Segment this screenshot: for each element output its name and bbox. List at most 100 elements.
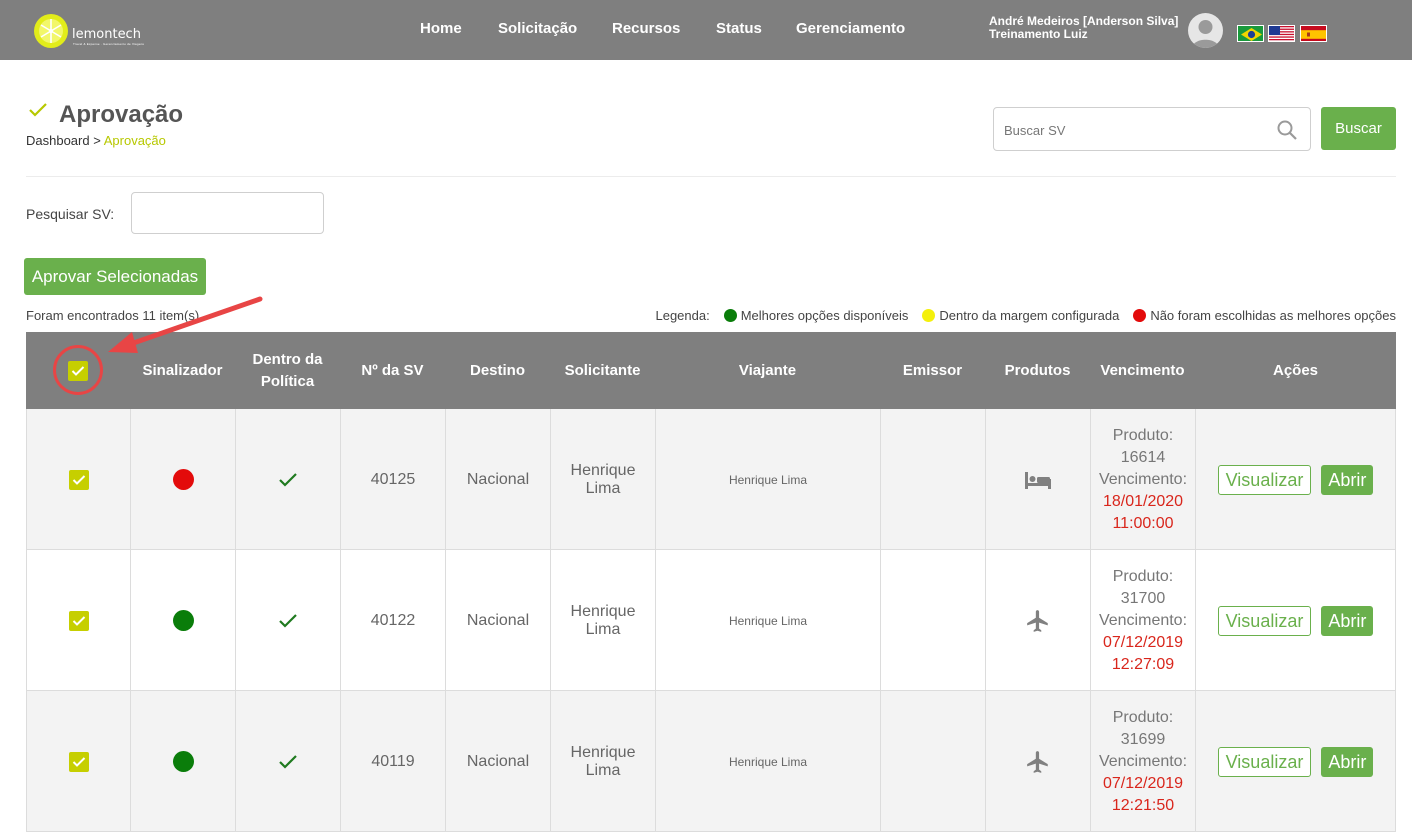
header-produtos[interactable]: Produtos bbox=[985, 332, 1090, 409]
legend-item-best: Melhores opções disponíveis bbox=[740, 308, 909, 323]
emissor-cell bbox=[881, 409, 986, 550]
checkmark-icon bbox=[72, 474, 85, 485]
produtos-cell bbox=[986, 550, 1091, 691]
row-checkbox[interactable] bbox=[68, 751, 89, 772]
produtos-cell bbox=[986, 409, 1091, 550]
legend: Legenda: Melhores opções disponíveis Den… bbox=[655, 308, 1396, 323]
visualizar-button[interactable]: Visualizar bbox=[1217, 464, 1312, 495]
viajante-cell: Henrique Lima bbox=[656, 550, 881, 691]
search-input[interactable] bbox=[1004, 120, 1264, 140]
policy-cell bbox=[236, 409, 341, 550]
table-row: 40122 Nacional Henrique Lima Henrique Li… bbox=[26, 550, 1396, 691]
produto-label: Produto: bbox=[1112, 708, 1174, 726]
nav-home[interactable]: Home bbox=[420, 20, 462, 37]
vencimento-cell: Produto: 31699 Vencimento: 07/12/2019 12… bbox=[1091, 691, 1196, 832]
signal-cell bbox=[131, 550, 236, 691]
row-select-cell bbox=[26, 409, 131, 550]
acoes-cell: Visualizar Abrir bbox=[1196, 409, 1396, 550]
abrir-button[interactable]: Abrir bbox=[1321, 605, 1374, 636]
breadcrumb-dashboard[interactable]: Dashboard bbox=[26, 133, 90, 148]
produtos-cell bbox=[986, 691, 1091, 832]
legend-red-dot bbox=[1133, 309, 1147, 322]
policy-cell bbox=[236, 550, 341, 691]
signal-cell bbox=[131, 691, 236, 832]
breadcrumb-current: Aprovação bbox=[103, 133, 166, 148]
solicitante-cell: Henrique Lima bbox=[551, 691, 656, 832]
checkmark-icon bbox=[279, 754, 297, 769]
hotel-bed-icon[interactable] bbox=[1024, 470, 1052, 490]
visualizar-button[interactable]: Visualizar bbox=[1217, 746, 1312, 777]
row-checkbox[interactable] bbox=[68, 469, 89, 490]
buscar-button[interactable]: Buscar bbox=[1321, 107, 1396, 150]
produto-label: Produto: bbox=[1112, 567, 1174, 585]
vencimento-time: 12:21:50 bbox=[1111, 796, 1175, 814]
nav-gerenciamento[interactable]: Gerenciamento bbox=[796, 20, 905, 37]
legend-item-margin: Dentro da margem configurada bbox=[939, 308, 1120, 323]
lemontech-logo[interactable]: lemontech Travel & Expense · Gerenciamen… bbox=[32, 10, 144, 52]
avatar[interactable] bbox=[1188, 13, 1223, 48]
acoes-cell: Visualizar Abrir bbox=[1196, 691, 1396, 832]
vencimento-time: 12:27:09 bbox=[1111, 655, 1175, 673]
legend-label: Legenda: bbox=[655, 308, 710, 323]
header-destino[interactable]: Destino bbox=[445, 332, 550, 409]
user-info[interactable]: André Medeiros [Anderson Silva] Treiname… bbox=[989, 15, 1178, 41]
header-vencimento[interactable]: Vencimento bbox=[1090, 332, 1195, 409]
nav-recursos[interactable]: Recursos bbox=[612, 20, 680, 37]
annotation-circle bbox=[53, 345, 103, 395]
table-row: 40119 Nacional Henrique Lima Henrique Li… bbox=[26, 691, 1396, 832]
airplane-icon[interactable] bbox=[1025, 608, 1051, 634]
flag-spain-icon[interactable] bbox=[1300, 25, 1327, 42]
row-select-cell bbox=[26, 550, 131, 691]
sv-number: 40119 bbox=[341, 691, 446, 832]
abrir-button[interactable]: Abrir bbox=[1321, 746, 1374, 777]
row-checkbox[interactable] bbox=[68, 610, 89, 631]
divider bbox=[26, 176, 1396, 177]
produto-id: 31700 bbox=[1120, 589, 1166, 607]
pesquisar-sv-input[interactable] bbox=[131, 192, 324, 234]
lemon-icon bbox=[34, 14, 68, 48]
visualizar-button[interactable]: Visualizar bbox=[1217, 605, 1312, 636]
vencimento-cell: Produto: 31700 Vencimento: 07/12/2019 12… bbox=[1091, 550, 1196, 691]
vencimento-label: Vencimento: bbox=[1098, 752, 1188, 770]
vencimento-date: 07/12/2019 bbox=[1102, 633, 1184, 651]
checkmark-icon bbox=[279, 613, 297, 628]
header-solicitante[interactable]: Solicitante bbox=[550, 332, 655, 409]
abrir-button[interactable]: Abrir bbox=[1321, 464, 1374, 495]
destino-cell: Nacional bbox=[446, 550, 551, 691]
produto-id: 31699 bbox=[1120, 730, 1166, 748]
flag-brazil-icon[interactable] bbox=[1237, 25, 1264, 42]
viajante-cell: Henrique Lima bbox=[656, 409, 881, 550]
top-navbar: lemontech Travel & Expense · Gerenciamen… bbox=[0, 0, 1412, 60]
sv-number: 40122 bbox=[341, 550, 446, 691]
search-icon[interactable] bbox=[1276, 119, 1298, 141]
approve-selected-button[interactable]: Aprovar Selecionadas bbox=[24, 258, 206, 295]
search-sv-field[interactable] bbox=[993, 107, 1311, 151]
table-row: 40125 Nacional Henrique Lima Henrique Li… bbox=[26, 409, 1396, 550]
user-avatar-icon bbox=[1192, 20, 1219, 48]
solicitante-cell: Henrique Lima bbox=[551, 409, 656, 550]
viajante-cell: Henrique Lima bbox=[656, 691, 881, 832]
nav-status[interactable]: Status bbox=[716, 20, 762, 37]
vencimento-label: Vencimento: bbox=[1098, 611, 1188, 629]
solicitante-cell: Henrique Lima bbox=[551, 550, 656, 691]
checkmark-icon bbox=[72, 615, 85, 626]
breadcrumb: Dashboard > Aprovação bbox=[26, 133, 166, 148]
checkmark-icon bbox=[279, 472, 297, 487]
emissor-cell bbox=[881, 691, 986, 832]
vencimento-time: 11:00:00 bbox=[1112, 514, 1174, 532]
airplane-icon[interactable] bbox=[1025, 749, 1051, 775]
signal-green-dot bbox=[172, 610, 194, 631]
legend-yellow-dot bbox=[922, 309, 936, 322]
header-emissor[interactable]: Emissor bbox=[880, 332, 985, 409]
vencimento-label: Vencimento: bbox=[1098, 470, 1188, 488]
signal-red-dot bbox=[172, 469, 194, 490]
approval-table: Sinalizador Dentro da Política Nº da SV … bbox=[26, 332, 1396, 832]
emissor-cell bbox=[881, 550, 986, 691]
signal-green-dot bbox=[172, 751, 194, 772]
flag-usa-icon[interactable] bbox=[1268, 25, 1295, 42]
header-viajante[interactable]: Viajante bbox=[655, 332, 880, 409]
header-numero-sv[interactable]: Nº da SV bbox=[340, 332, 445, 409]
nav-solicitacao[interactable]: Solicitação bbox=[498, 20, 577, 37]
checkmark-icon bbox=[29, 103, 47, 117]
legend-green-dot bbox=[723, 309, 737, 322]
